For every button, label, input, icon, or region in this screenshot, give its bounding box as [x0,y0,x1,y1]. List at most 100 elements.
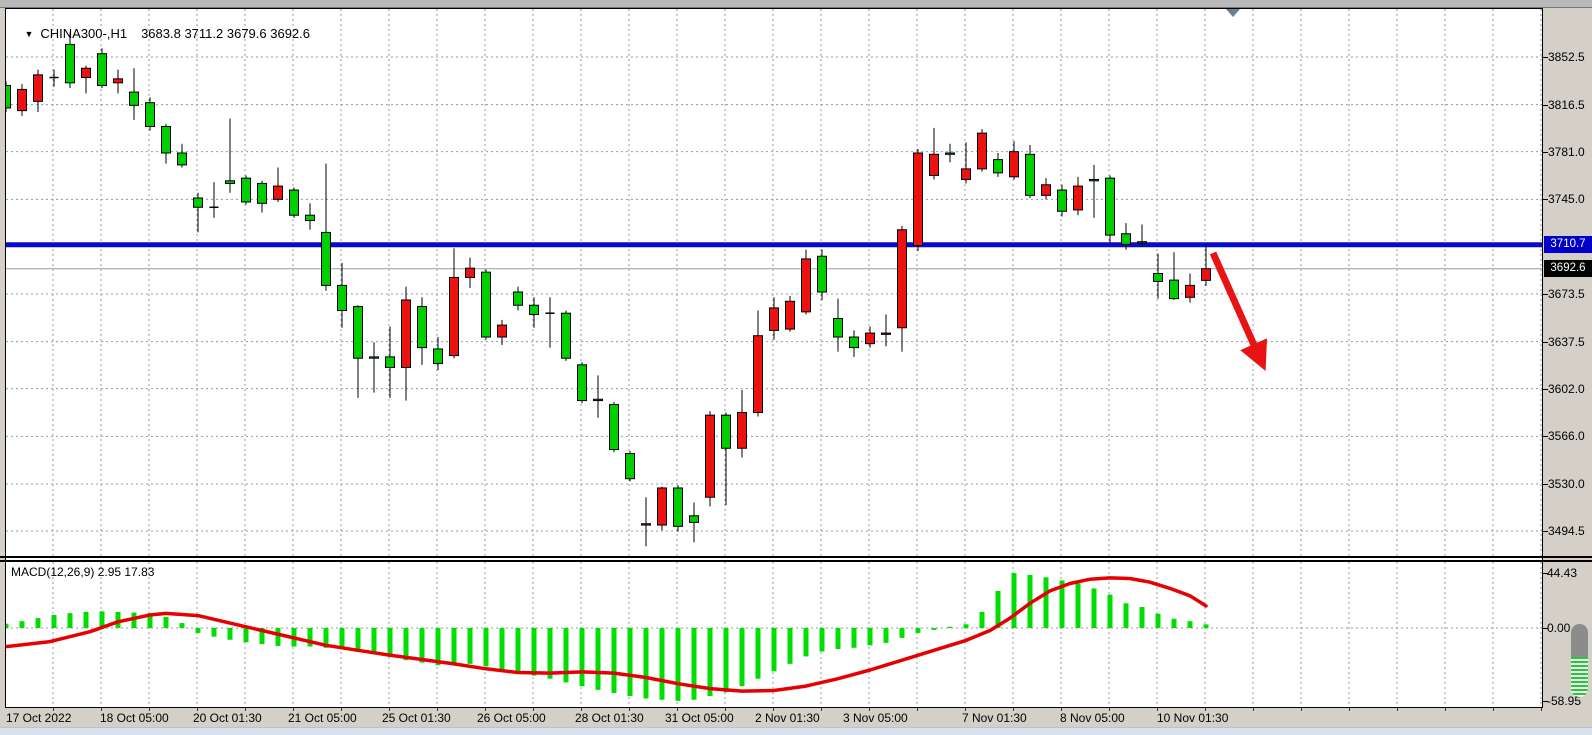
symbol-dropdown-icon[interactable]: ▼ [24,29,33,39]
time-axis-label: 10 Nov 01:30 [1157,711,1228,725]
candle-body [258,183,267,203]
time-axis-label: 2 Nov 01:30 [755,711,820,725]
time-axis-label: 28 Oct 01:30 [575,711,644,725]
candle-body [834,318,843,337]
window-top-edge [0,0,1592,8]
time-axis-tick [773,708,774,711]
macd-histogram-bar [20,621,25,628]
macd-histogram-bar [1188,621,1193,628]
candle-body [1186,285,1195,297]
macd-histogram-bar [1204,624,1209,628]
macd-histogram-bar [1172,619,1177,628]
candle-body [642,524,651,525]
macd-histogram-bar [916,628,921,633]
price-axis-tick [1543,389,1548,390]
chart-shift-marker-icon[interactable] [1226,9,1240,17]
candle-body [674,488,683,526]
macd-axis-tick [1543,701,1548,702]
macd-histogram-bar [868,628,873,645]
panel-divider-line[interactable] [0,556,1592,558]
price-axis-tick [1543,152,1548,153]
time-axis-label: 3 Nov 05:00 [843,711,908,725]
candle-body [98,54,107,86]
price-axis-tick [1543,294,1548,295]
time-axis-tick [1061,708,1062,711]
scrollbar-stripes [1571,657,1588,697]
macd-histogram-bar [1092,588,1097,628]
macd-histogram-bar [388,628,393,657]
time-axis-tick [245,708,246,711]
macd-histogram-bar [244,628,249,642]
current-price-tag: 3692.6 [1544,260,1592,277]
macd-histogram-bar [548,628,553,679]
symbol-timeframe-label: CHINA300-,H1 [40,26,127,41]
candle-body [770,308,779,331]
candle-body [466,268,475,277]
hline-price-tag: 3710.7 [1544,236,1592,253]
macd-histogram-bar [788,628,793,664]
candle-body [450,277,459,355]
price-axis-label: 3745.0 [1548,192,1585,206]
candle-body [370,357,379,358]
macd-histogram-bar [180,623,185,628]
time-axis-tick [437,708,438,711]
time-axis-label: 18 Oct 05:00 [100,711,169,725]
macd-histogram-bar [484,628,489,666]
macd-histogram-bar [708,628,713,696]
candle-body [1202,269,1211,281]
macd-histogram-bar [1044,577,1049,628]
candle-body [1010,152,1019,177]
candle-body [690,516,699,523]
macd-histogram-bar [724,628,729,692]
time-axis-tick [341,708,342,711]
candle-body [946,153,955,154]
price-axis-label: 3494.5 [1548,524,1585,538]
candle-body [338,285,347,310]
macd-histogram-bar [980,612,985,628]
macd-histogram-bar [1012,573,1017,628]
macd-indicator-chart[interactable] [6,562,1542,707]
scrollbar-grip [1571,624,1588,657]
candle-body [130,92,139,105]
macd-histogram-bar [676,628,681,701]
candle-body [514,292,523,305]
candle-body [626,454,635,479]
main-price-chart[interactable] [6,9,1542,556]
macd-histogram-bar [948,627,953,628]
time-axis-label: 17 Oct 2022 [6,711,71,725]
candle-body [530,305,539,314]
time-axis-tick [1445,708,1446,711]
macd-histogram-bar [900,628,905,638]
macd-axis-label: 0.00 [1547,621,1570,635]
macd-histogram-bar [228,628,233,640]
candle-body [354,307,363,359]
macd-histogram-bar [660,628,665,700]
macd-histogram-bar [772,628,777,671]
down-arrow-annotation [1213,253,1262,363]
macd-histogram-bar [964,624,969,628]
symbol-header: ▼CHINA300-,H13683.8 3711.2 3679.6 3692.6 [10,11,310,56]
time-axis-label: 21 Oct 05:00 [288,711,357,725]
time-axis-tick [197,708,198,711]
macd-histogram-bar [436,628,441,665]
candle-body [1026,154,1035,195]
macd-histogram-bar [820,628,825,651]
time-axis-tick [821,708,822,711]
macd-histogram-bar [84,612,89,628]
scrollbar-thumb[interactable] [1571,624,1588,697]
macd-histogram-bar [1076,583,1081,628]
macd-histogram-bar [516,628,521,673]
candle-body [1106,178,1115,235]
candle-body [178,153,187,165]
macd-histogram-bar [1140,607,1145,628]
macd-axis-tick [1543,628,1548,629]
macd-axis-label: 44.43 [1547,566,1577,580]
candle-body [6,85,11,108]
candle-body [194,198,203,207]
candle-body [786,301,795,329]
time-axis-tick [485,708,486,711]
macd-histogram-bar [276,628,281,646]
macd-histogram-bar [532,628,537,676]
macd-histogram-bar [756,628,761,679]
macd-histogram-bar [628,628,633,696]
